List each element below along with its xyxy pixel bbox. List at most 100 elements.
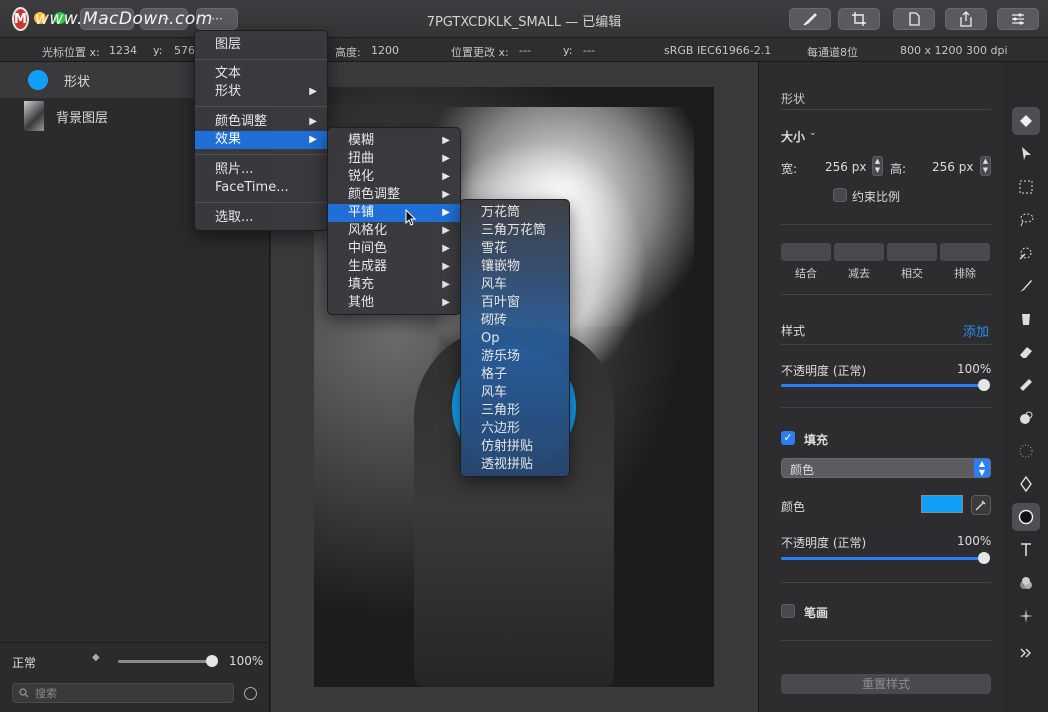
tool-arrow[interactable] [1012, 140, 1040, 168]
layer-search-input[interactable]: 搜索 [12, 683, 234, 703]
submenu-arrow-icon: ▶ [442, 243, 450, 254]
text-icon [1021, 543, 1031, 556]
tool-brush[interactable] [1012, 272, 1040, 300]
tool-bandage[interactable] [1012, 371, 1040, 399]
width-stepper[interactable]: ▲ ▼ [872, 156, 883, 176]
menu-item-stylize[interactable]: 风格化 ▶ [328, 222, 460, 240]
height-value[interactable]: 256 px [932, 160, 973, 174]
menu-item-perspective-tile[interactable]: 透视拼贴 [461, 456, 569, 474]
intersect-button[interactable] [887, 243, 937, 261]
menu-item-triangle-kaleidoscope[interactable]: 三角万花筒 [461, 222, 569, 240]
menu-item-effects[interactable]: 效果 ▶ [195, 131, 327, 149]
background-layer-thumbnail [24, 101, 44, 131]
fill-type-value: 颜色 [790, 463, 815, 477]
menu-separator [195, 202, 327, 203]
width-value[interactable]: 256 px [825, 160, 866, 174]
tool-text[interactable] [1012, 536, 1040, 564]
crop-button[interactable] [838, 8, 880, 30]
menu-item-kaleidoscope[interactable]: 万花筒 [461, 204, 569, 222]
tool-lasso[interactable] [1012, 206, 1040, 234]
combine-button[interactable] [781, 243, 831, 261]
style-opacity-label[interactable]: 不透明度 (正常) [781, 362, 866, 379]
tool-rect-select[interactable] [1012, 173, 1040, 201]
tool-magic[interactable] [1012, 239, 1040, 267]
tool-eraser[interactable] [1012, 338, 1040, 366]
layer-opacity-knob[interactable] [206, 655, 218, 667]
fill-opacity-label[interactable]: 不透明度 (正常) [781, 534, 866, 551]
menu-item-label: 颜色调整 [215, 114, 268, 129]
menu-item-select[interactable]: 选取... [195, 209, 327, 227]
menu-item-shape[interactable]: 形状 ▶ [195, 83, 327, 101]
divider [781, 294, 991, 295]
fill-opacity-slider[interactable] [781, 557, 984, 560]
menu-item-layer[interactable]: 图层 [195, 36, 327, 54]
lasso-icon [1020, 213, 1034, 227]
stroke-checkbox[interactable] [781, 604, 795, 618]
chevron-updown-icon[interactable]: ◆ [92, 652, 100, 663]
chevron-updown-icon: ▲ ▼ [974, 459, 990, 477]
filter-icon[interactable] [244, 687, 257, 700]
fill-opacity-knob[interactable] [978, 552, 990, 564]
add-style-link[interactable]: 添加 [963, 321, 989, 340]
style-opacity-slider[interactable] [781, 384, 984, 387]
menu-item-halftone[interactable]: 中间色 ▶ [328, 240, 460, 258]
tool-bucket[interactable] [1012, 305, 1040, 333]
fill-color-well[interactable] [921, 495, 963, 513]
fill-checkbox[interactable]: ✓ [781, 431, 795, 445]
brush-button[interactable] [789, 8, 831, 30]
menu-item-tile[interactable]: 平铺 ▶ [328, 204, 460, 222]
menu-item-blinds[interactable]: 百叶窗 [461, 294, 569, 312]
exclude-label: 排除 [954, 267, 976, 280]
menu-item-pinwheel[interactable]: 风车 [461, 276, 569, 294]
size-label[interactable]: 大小 [781, 128, 805, 145]
menu-item-affine-tile[interactable]: 仿射拼贴 [461, 438, 569, 456]
menu-item-other[interactable]: 其他 ▶ [328, 294, 460, 312]
submenu-arrow-icon: ▶ [442, 135, 450, 146]
menu-item-color-adjust[interactable]: 颜色调整 ▶ [328, 186, 460, 204]
tool-pen[interactable] [1012, 470, 1040, 498]
menu-item-hexagon[interactable]: 六边形 [461, 420, 569, 438]
adjust-button[interactable] [997, 8, 1039, 30]
tool-blur[interactable] [1012, 437, 1040, 465]
menu-item-color-adjust[interactable]: 颜色调整 ▶ [195, 113, 327, 131]
fill-label[interactable]: 填充 [804, 431, 828, 448]
share-button[interactable] [945, 8, 987, 30]
height-stepper[interactable]: ▲ ▼ [980, 156, 991, 176]
pos-change-x: --- [519, 44, 531, 57]
menu-item-fill[interactable]: 填充 ▶ [328, 276, 460, 294]
tool-fill[interactable] [1012, 107, 1040, 135]
constrain-checkbox[interactable] [833, 188, 847, 202]
stroke-label[interactable]: 笔画 [804, 604, 828, 621]
crop-icon [852, 12, 866, 26]
menu-item-grid[interactable]: 格子 [461, 366, 569, 384]
menu-item-text[interactable]: 文本 [195, 65, 327, 83]
menu-item-op[interactable]: Op [461, 330, 569, 348]
menu-item-sharpen[interactable]: 锐化 ▶ [328, 168, 460, 186]
menu-item-distort[interactable]: 扭曲 ▶ [328, 150, 460, 168]
layer-opacity-slider[interactable] [118, 660, 214, 663]
subtract-button[interactable] [834, 243, 884, 261]
tool-clone[interactable] [1012, 404, 1040, 432]
eyedropper-button[interactable] [971, 495, 991, 515]
fill-type-select[interactable]: 颜色 ▲ ▼ [781, 458, 991, 478]
blend-mode-select[interactable]: 正常 [12, 654, 36, 671]
tool-color[interactable] [1012, 569, 1040, 597]
menu-item-facetime[interactable]: FaceTime... [195, 179, 327, 197]
menu-item-snowflake[interactable]: 雪花 [461, 240, 569, 258]
menu-item-generator[interactable]: 生成器 ▶ [328, 258, 460, 276]
menu-item-photo[interactable]: 照片... [195, 161, 327, 179]
menu-item-blur[interactable]: 模糊 ▶ [328, 132, 460, 150]
exclude-button[interactable] [940, 243, 990, 261]
menu-item-playground[interactable]: 游乐场 [461, 348, 569, 366]
reset-style-button[interactable]: 重置样式 [781, 674, 991, 694]
chevron-down-icon[interactable]: ⌄ [809, 128, 817, 138]
tool-more[interactable] [1012, 639, 1040, 667]
tool-sparkle[interactable] [1012, 602, 1040, 630]
menu-item-bricks[interactable]: 砌砖 [461, 312, 569, 330]
document-button[interactable] [893, 8, 935, 30]
menu-item-mosaic[interactable]: 镶嵌物 [461, 258, 569, 276]
tool-shape[interactable] [1012, 503, 1040, 531]
menu-item-triangle[interactable]: 三角形 [461, 402, 569, 420]
style-opacity-knob[interactable] [978, 379, 990, 391]
menu-item-pinwheel-2[interactable]: 风车 [461, 384, 569, 402]
